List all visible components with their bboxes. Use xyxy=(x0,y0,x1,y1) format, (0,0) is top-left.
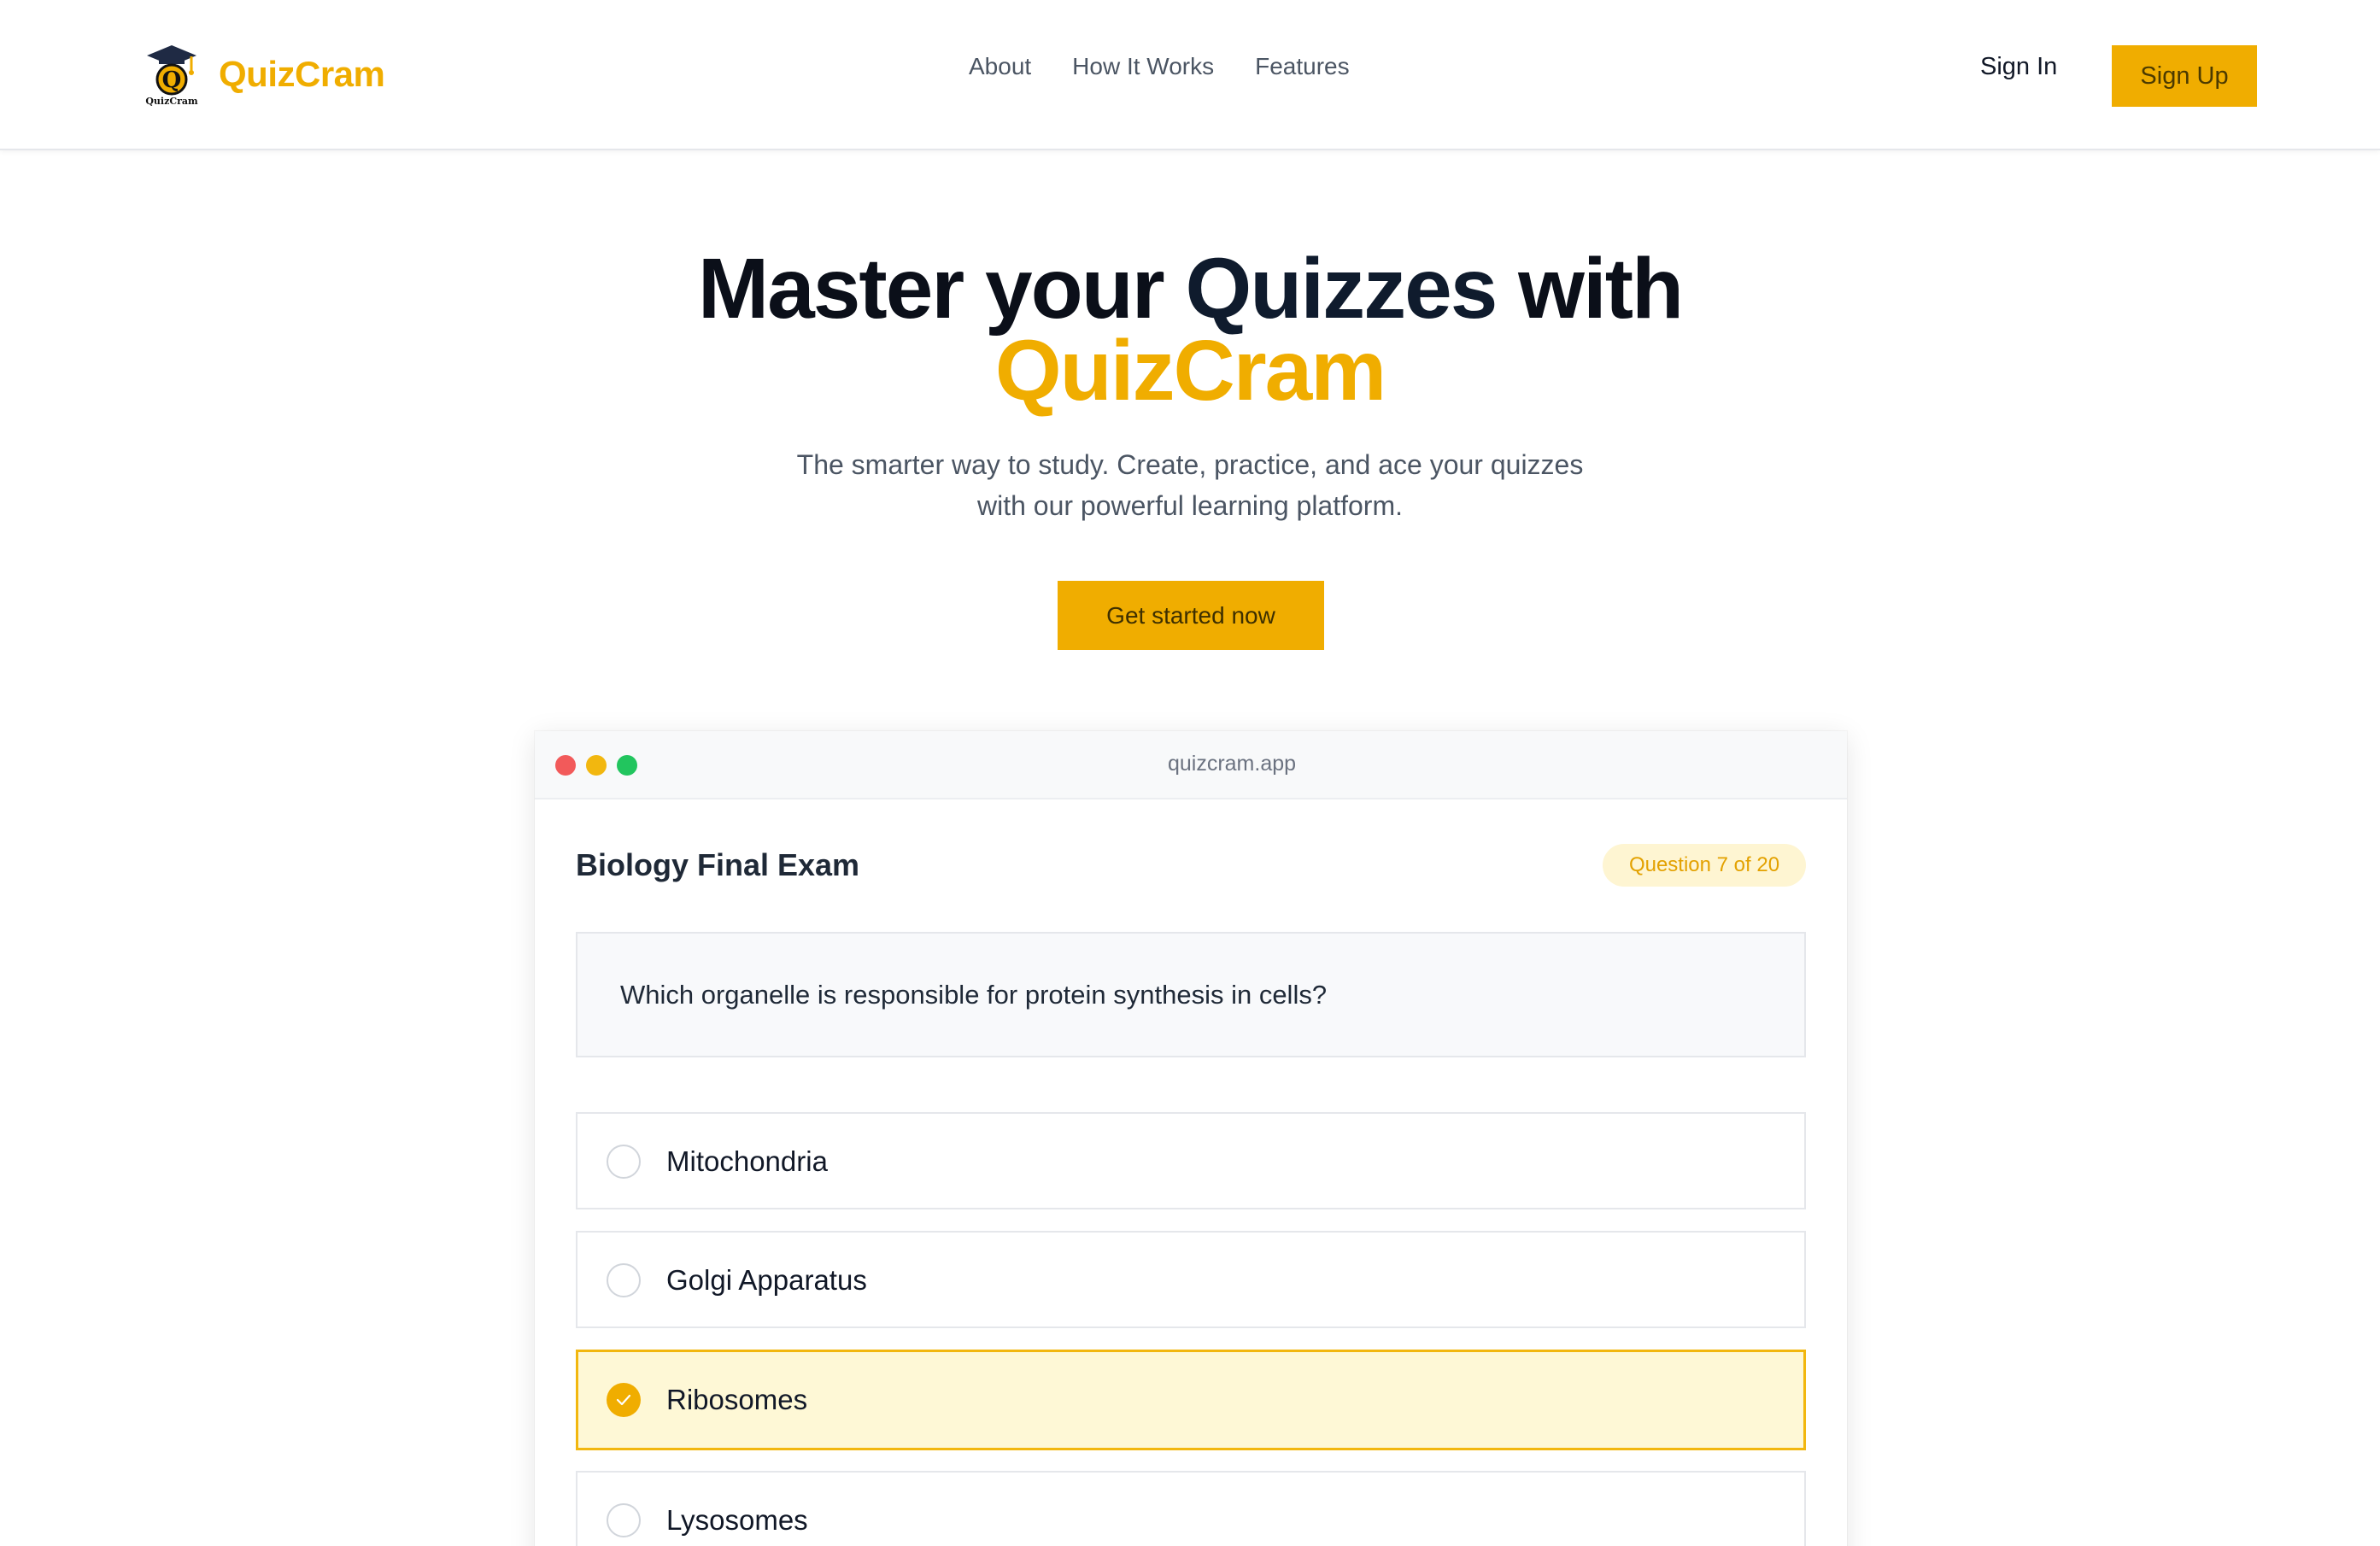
hero-subtitle: The smarter way to study. Create, practi… xyxy=(720,444,1660,526)
quiz-title: Biology Final Exam xyxy=(576,847,860,882)
radio-button[interactable] xyxy=(607,1503,641,1537)
nav-link-features[interactable]: Features xyxy=(1255,53,1350,80)
hero-title-part3: with xyxy=(1496,241,1684,337)
window-url: quizcram.app xyxy=(1167,752,1297,776)
sign-up-button[interactable]: Sign Up xyxy=(2112,45,2257,107)
window-title-bar: quizcram.app xyxy=(535,731,1847,799)
quizcram-logo-icon: Q QuizCram xyxy=(144,42,200,107)
answer-option-ribosomes[interactable]: Ribosomes xyxy=(576,1350,1806,1450)
svg-text:Q: Q xyxy=(162,67,182,93)
main-nav: About How It Works Features xyxy=(969,53,1350,80)
get-started-button[interactable]: Get started now xyxy=(1058,581,1324,650)
answer-option-mitochondria[interactable]: Mitochondria xyxy=(576,1112,1806,1209)
answer-option-lysosomes[interactable]: Lysosomes xyxy=(576,1471,1806,1546)
brand-name: QuizCram xyxy=(219,54,385,94)
site-header: Q QuizCram QuizCram About How It Works F… xyxy=(0,0,2380,150)
hero-title-accent: QuizCram xyxy=(994,323,1386,419)
landing-page: Q QuizCram QuizCram About How It Works F… xyxy=(0,0,2380,1546)
brand[interactable]: Q QuizCram QuizCram xyxy=(144,38,385,111)
answer-option-label: Ribosomes xyxy=(666,1384,808,1415)
question-card: Which organelle is responsible for prote… xyxy=(576,932,1806,1057)
radio-button[interactable] xyxy=(607,1145,641,1179)
sign-in-button[interactable]: Sign In xyxy=(1980,53,2057,81)
nav-link-about[interactable]: About xyxy=(969,53,1031,80)
hero-subtitle-line2: with our powerful learning platform. xyxy=(976,490,1403,521)
app-preview-window: quizcram.app Biology Final Exam Question… xyxy=(535,731,1847,1546)
checkmark-icon xyxy=(616,1394,631,1406)
answer-option-label: Lysosomes xyxy=(666,1504,808,1536)
radio-button[interactable] xyxy=(607,1263,641,1297)
answer-option-label: Mitochondria xyxy=(666,1145,828,1177)
nav-link-how-it-works[interactable]: How It Works xyxy=(1072,53,1214,80)
hero-title: Master your Quizzes with QuizCram xyxy=(0,246,2380,419)
answer-option-label: Golgi Apparatus xyxy=(666,1264,867,1296)
answer-option-golgi-apparatus[interactable]: Golgi Apparatus xyxy=(576,1231,1806,1328)
svg-text:QuizCram: QuizCram xyxy=(145,96,198,107)
hero-subtitle-line1: The smarter way to study. Create, practi… xyxy=(796,449,1584,480)
question-text: Which organelle is responsible for prote… xyxy=(620,980,1328,1010)
question-progress-badge: Question 7 of 20 xyxy=(1603,844,1806,887)
radio-button-checked[interactable] xyxy=(607,1383,641,1417)
